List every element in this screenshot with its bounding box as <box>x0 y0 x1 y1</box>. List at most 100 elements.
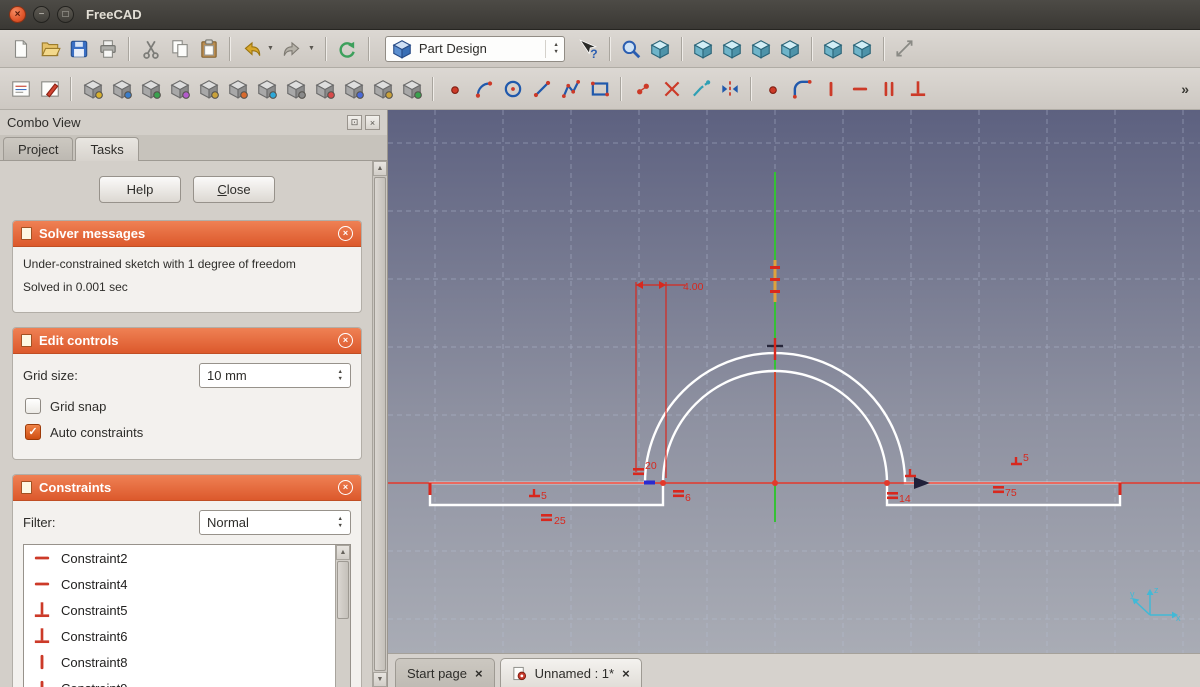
paste-icon[interactable] <box>195 35 222 62</box>
linear-pattern-icon[interactable] <box>340 75 367 102</box>
axonometric-view-icon[interactable] <box>647 35 674 62</box>
copy-icon[interactable] <box>166 35 193 62</box>
constraint-label: Constraint8 <box>61 655 127 670</box>
create-sketch-icon[interactable] <box>7 75 34 102</box>
edit-controls-header[interactable]: Edit controls × <box>13 328 361 354</box>
tab-unnamed-document[interactable]: Unnamed : 1* × <box>500 658 642 687</box>
constraint-vertical-icon[interactable] <box>817 75 844 102</box>
constraint-parallel-icon[interactable] <box>875 75 902 102</box>
constraints-header[interactable]: Constraints × <box>13 475 361 501</box>
redo-icon[interactable] <box>279 35 306 62</box>
groove-icon[interactable] <box>166 75 193 102</box>
trim-edge-icon[interactable] <box>658 75 685 102</box>
collapse-section-icon[interactable]: × <box>338 226 353 241</box>
scroll-down-icon[interactable]: ▼ <box>373 672 387 687</box>
3d-viewport[interactable]: 4.0020525614755zyx <box>388 110 1200 653</box>
solver-messages-section: Solver messages × Under-constrained sket… <box>12 220 362 313</box>
rear-view-icon[interactable] <box>777 35 804 62</box>
external-geometry-icon[interactable] <box>687 75 714 102</box>
scrollbar-thumb[interactable] <box>374 177 386 671</box>
point-icon[interactable] <box>759 75 786 102</box>
tab-start-page[interactable]: Start page × <box>395 658 495 687</box>
constraint-horizontal-icon[interactable] <box>846 75 873 102</box>
draft-icon[interactable] <box>253 75 280 102</box>
constraint-list-item[interactable]: Constraint4 <box>24 571 335 597</box>
workbench-selector[interactable]: Part Design▲▼ <box>385 36 565 62</box>
front-view-icon[interactable] <box>690 35 717 62</box>
scroll-up-icon[interactable]: ▲ <box>373 161 387 176</box>
close-panel-icon[interactable]: × <box>365 115 380 130</box>
scroll-up-icon[interactable]: ▲ <box>336 545 350 560</box>
redo-dropdown-caret-icon[interactable]: ▼ <box>308 45 315 52</box>
create-line-icon[interactable] <box>528 75 555 102</box>
create-circle-icon[interactable] <box>499 75 526 102</box>
constraint-filter-select[interactable]: Normal ▲▼ <box>199 510 351 535</box>
close-tab-icon[interactable]: × <box>622 667 630 680</box>
multi-transform-icon[interactable] <box>398 75 425 102</box>
scrollbar-thumb[interactable] <box>337 561 349 619</box>
tab-project[interactable]: Project <box>3 137 73 160</box>
constraint-perpendicular-icon[interactable] <box>904 75 931 102</box>
constraint-list-item[interactable]: Constraint9 <box>24 675 335 687</box>
cut-icon[interactable] <box>137 35 164 62</box>
close-tab-icon[interactable]: × <box>475 667 483 680</box>
spinner-icon[interactable]: ▲▼ <box>332 370 343 382</box>
measure-distance-icon[interactable] <box>892 35 919 62</box>
svg-text:75: 75 <box>1005 487 1017 499</box>
create-point-icon[interactable] <box>441 75 468 102</box>
tasks-panel-scrollbar[interactable]: ▲ ▼ <box>372 161 387 687</box>
close-window-button[interactable]: × <box>9 6 26 23</box>
whats-this-icon[interactable]: ? <box>575 35 602 62</box>
fit-all-icon[interactable] <box>618 35 645 62</box>
maximize-window-button[interactable]: □ <box>57 6 74 23</box>
float-panel-icon[interactable]: ⊡ <box>347 115 362 130</box>
open-document-icon[interactable] <box>36 35 63 62</box>
new-document-icon[interactable] <box>7 35 34 62</box>
minimize-window-button[interactable]: − <box>33 6 50 23</box>
spinner-icon[interactable]: ▲▼ <box>332 517 343 529</box>
auto-constraints-checkbox[interactable]: ✓ <box>25 424 41 440</box>
save-document-icon[interactable] <box>65 35 92 62</box>
bottom-view-icon[interactable] <box>820 35 847 62</box>
constraint-list-item[interactable]: Constraint8 <box>24 649 335 675</box>
workbench-spinner-icon[interactable]: ▲▼ <box>545 40 558 58</box>
create-fillet-icon[interactable] <box>788 75 815 102</box>
pad-icon[interactable] <box>79 75 106 102</box>
refresh-icon[interactable] <box>334 35 361 62</box>
constraint-symmetric-icon[interactable] <box>716 75 743 102</box>
constraint-list-item[interactable]: Constraint5 <box>24 597 335 623</box>
grid-snap-checkbox[interactable] <box>25 398 41 414</box>
print-icon[interactable] <box>94 35 121 62</box>
grid-size-select[interactable]: 10 mm ▲▼ <box>199 363 351 388</box>
svg-text:6: 6 <box>685 492 691 504</box>
left-view-icon[interactable] <box>849 35 876 62</box>
create-polyline-icon[interactable] <box>557 75 584 102</box>
chamfer-icon[interactable] <box>224 75 251 102</box>
revolution-icon[interactable] <box>137 75 164 102</box>
constraint-list-item[interactable]: Constraint6 <box>24 623 335 649</box>
right-view-icon[interactable] <box>748 35 775 62</box>
collapse-section-icon[interactable]: × <box>338 333 353 348</box>
close-task-button[interactable]: Close <box>193 176 275 203</box>
toolbar-overflow-button[interactable]: » <box>1177 81 1193 97</box>
grid-size-value: 10 mm <box>207 368 247 383</box>
pocket-icon[interactable] <box>108 75 135 102</box>
top-view-icon[interactable] <box>719 35 746 62</box>
constraint-list-item[interactable]: Constraint2 <box>24 545 335 571</box>
undo-dropdown-caret-icon[interactable]: ▼ <box>267 45 274 52</box>
polar-pattern-icon[interactable] <box>369 75 396 102</box>
fillet-feature-icon[interactable] <box>195 75 222 102</box>
create-rectangle-icon[interactable] <box>586 75 613 102</box>
tab-tasks[interactable]: Tasks <box>75 137 138 161</box>
undo-icon[interactable] <box>238 35 265 62</box>
thickness-icon[interactable] <box>282 75 309 102</box>
solver-messages-header[interactable]: Solver messages × <box>13 221 361 247</box>
help-button[interactable]: Help <box>99 176 181 203</box>
combo-view-title: Combo View <box>7 115 80 130</box>
constraint-list-scrollbar[interactable]: ▲ <box>335 545 350 687</box>
edit-sketch-icon[interactable] <box>36 75 63 102</box>
mirrored-icon[interactable] <box>311 75 338 102</box>
create-arc-icon[interactable] <box>470 75 497 102</box>
collapse-section-icon[interactable]: × <box>338 480 353 495</box>
constraint-coincident-icon[interactable] <box>629 75 656 102</box>
